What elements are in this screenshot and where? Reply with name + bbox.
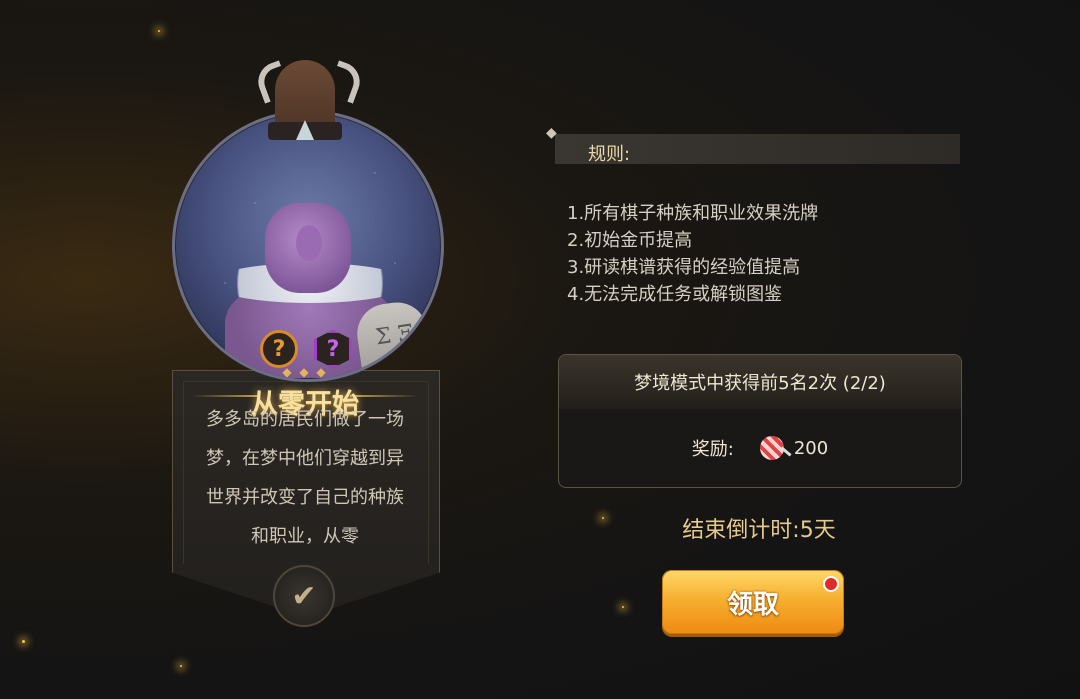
sparkle (180, 665, 182, 667)
rules-list: 1.所有棋子种族和职业效果洗牌 2.初始金币提高 3.研读棋谱获得的经验值提高 … (567, 200, 967, 308)
rules-label: 规则: (588, 144, 631, 165)
task-reward: 奖励: 200 (559, 409, 961, 487)
task-panel: 梦境模式中获得前5名2次 (2/2) 奖励: 200 (558, 354, 962, 488)
rule-item: 1.所有棋子种族和职业效果洗牌 (567, 203, 819, 224)
unknown-race-badge[interactable]: ? (260, 330, 298, 368)
reward-label: 奖励: (691, 439, 734, 460)
rule-item: 2.初始金币提高 (567, 230, 693, 251)
hero-portrait: Σ Ξ (172, 110, 444, 382)
card-description[interactable]: 多多岛的居民们做了一场梦，在梦中他们穿越到异世界并改变了自己的种族和职业，从零 (202, 400, 408, 550)
sparkle (22, 640, 25, 643)
chess-piece-icon: ◆ (546, 125, 557, 141)
task-title: 梦境模式中获得前5名2次 (2/2) (559, 355, 961, 409)
rule-item: 4.无法完成任务或解锁图鉴 (567, 284, 783, 305)
countdown-text: 结束倒计时:5天 (682, 518, 836, 543)
check-icon[interactable]: ✔ (273, 565, 335, 627)
rule-item: 3.研读棋谱获得的经验值提高 (567, 257, 801, 278)
reward-amount: 200 (793, 437, 829, 459)
ornament-icon: ◆ ◆ ◆ (282, 365, 328, 379)
notification-dot (823, 576, 839, 592)
sparkle (622, 606, 624, 608)
mode-card: Σ Ξ ? ? ◆ ◆ ◆ 从零开始 多多岛的居民们做了一场梦，在梦中他们穿越到… (172, 60, 444, 650)
candy-icon (759, 436, 788, 460)
claim-button[interactable]: 领取 (662, 570, 844, 634)
sparkle (158, 30, 160, 32)
